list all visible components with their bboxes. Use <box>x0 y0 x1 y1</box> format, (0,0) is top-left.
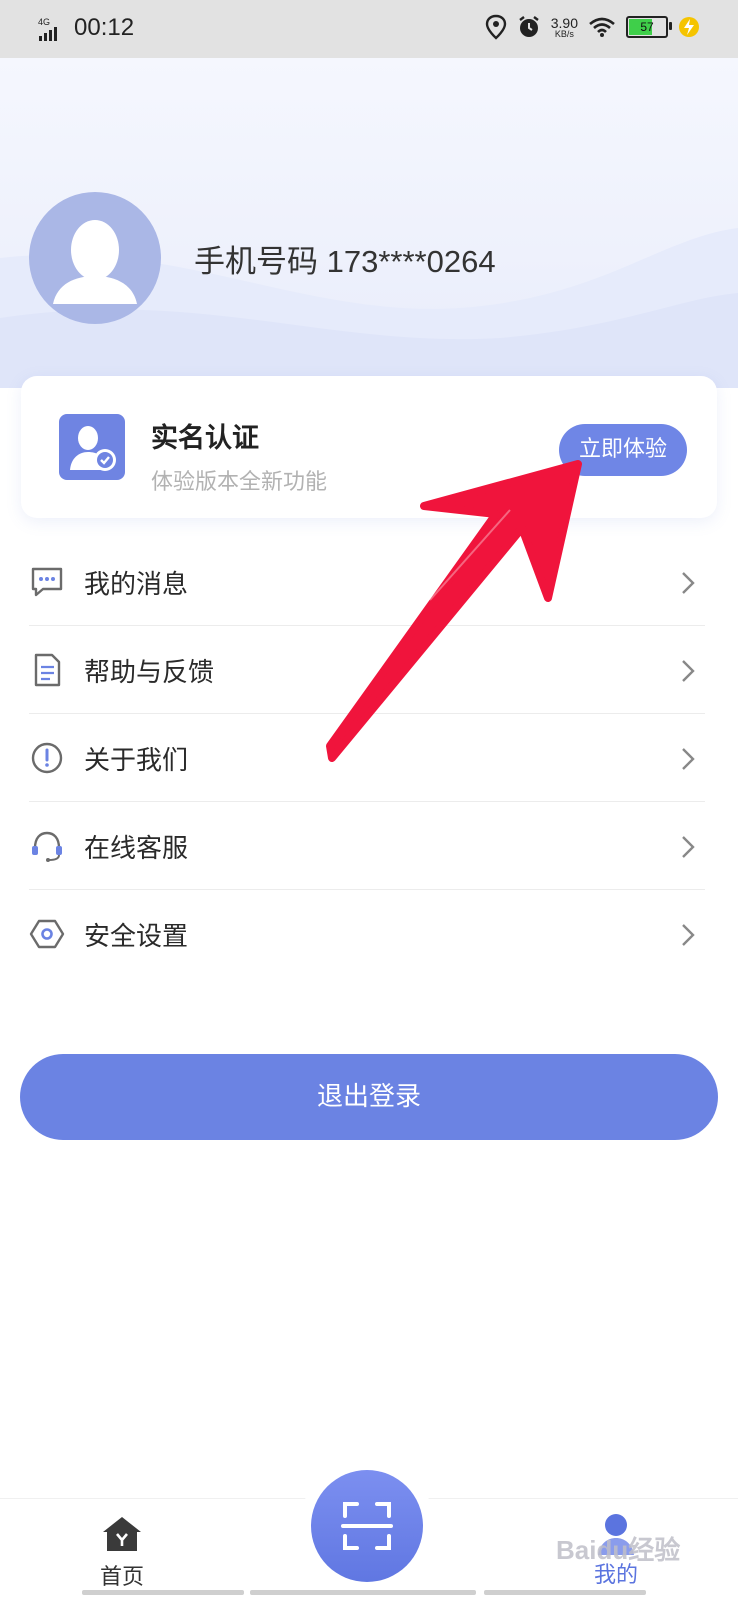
hexagon-settings-icon <box>29 919 65 949</box>
scan-icon <box>341 1502 393 1550</box>
gesture-bar-right <box>484 1590 646 1595</box>
chevron-right-icon <box>682 660 695 682</box>
info-icon <box>31 742 63 774</box>
network-speed: 3.90 KB/s <box>550 14 578 39</box>
gesture-bar-left <box>82 1590 244 1595</box>
tab-home-label: 首页 <box>99 1565 144 1590</box>
menu-item-label: 关于我们 <box>84 746 189 776</box>
svg-text:4G: 4G <box>38 17 50 27</box>
message-icon <box>31 567 63 597</box>
battery-icon: 57 <box>626 16 672 38</box>
status-bar: 4G 00:12 3.90 KB/s 57 <box>0 0 738 58</box>
user-silhouette-icon <box>53 220 137 304</box>
settings-menu: 我的消息 帮助与反馈 关于我们 在线客服 安全设置 <box>0 538 738 978</box>
avatar[interactable] <box>29 192 161 324</box>
menu-item-label: 帮助与反馈 <box>84 658 215 688</box>
chevron-right-icon <box>682 924 695 946</box>
verify-card: 实名认证 体验版本全新功能 立即体验 <box>21 376 717 518</box>
home-icon <box>103 1517 141 1551</box>
verify-subtitle: 体验版本全新功能 <box>151 470 328 495</box>
chevron-right-icon <box>682 572 695 594</box>
chevron-right-icon <box>682 836 695 858</box>
scan-button[interactable] <box>311 1470 423 1582</box>
signal-icon: 4G <box>38 17 57 41</box>
charging-icon <box>679 17 699 37</box>
logout-button[interactable]: 退出登录 <box>20 1054 718 1140</box>
document-icon <box>34 653 61 687</box>
menu-item-security-settings[interactable]: 安全设置 <box>0 890 738 978</box>
menu-item-label: 在线客服 <box>84 834 189 864</box>
tab-home[interactable]: 首页 <box>82 1513 162 1591</box>
menu-item-label: 安全设置 <box>84 922 189 952</box>
menu-item-help-feedback[interactable]: 帮助与反馈 <box>0 626 738 714</box>
gesture-bar-center <box>250 1590 476 1595</box>
wifi-icon <box>589 17 615 37</box>
try-now-button[interactable]: 立即体验 <box>559 424 687 476</box>
verify-title: 实名认证 <box>151 423 259 454</box>
menu-item-messages[interactable]: 我的消息 <box>0 538 738 626</box>
status-time: 00:12 <box>74 14 135 41</box>
profile-header: 手机号码 173****0264 <box>0 58 738 388</box>
phone-number: 手机号码 173****0264 <box>194 244 496 279</box>
menu-item-label: 我的消息 <box>84 570 189 600</box>
chevron-right-icon <box>682 748 695 770</box>
menu-item-online-service[interactable]: 在线客服 <box>0 802 738 890</box>
headset-icon <box>32 831 62 862</box>
location-icon <box>485 14 506 40</box>
id-verify-icon <box>59 414 125 480</box>
menu-item-about-us[interactable]: 关于我们 <box>0 714 738 802</box>
alarm-icon <box>519 16 539 37</box>
watermark: Baidu经验 <box>556 1535 681 1565</box>
